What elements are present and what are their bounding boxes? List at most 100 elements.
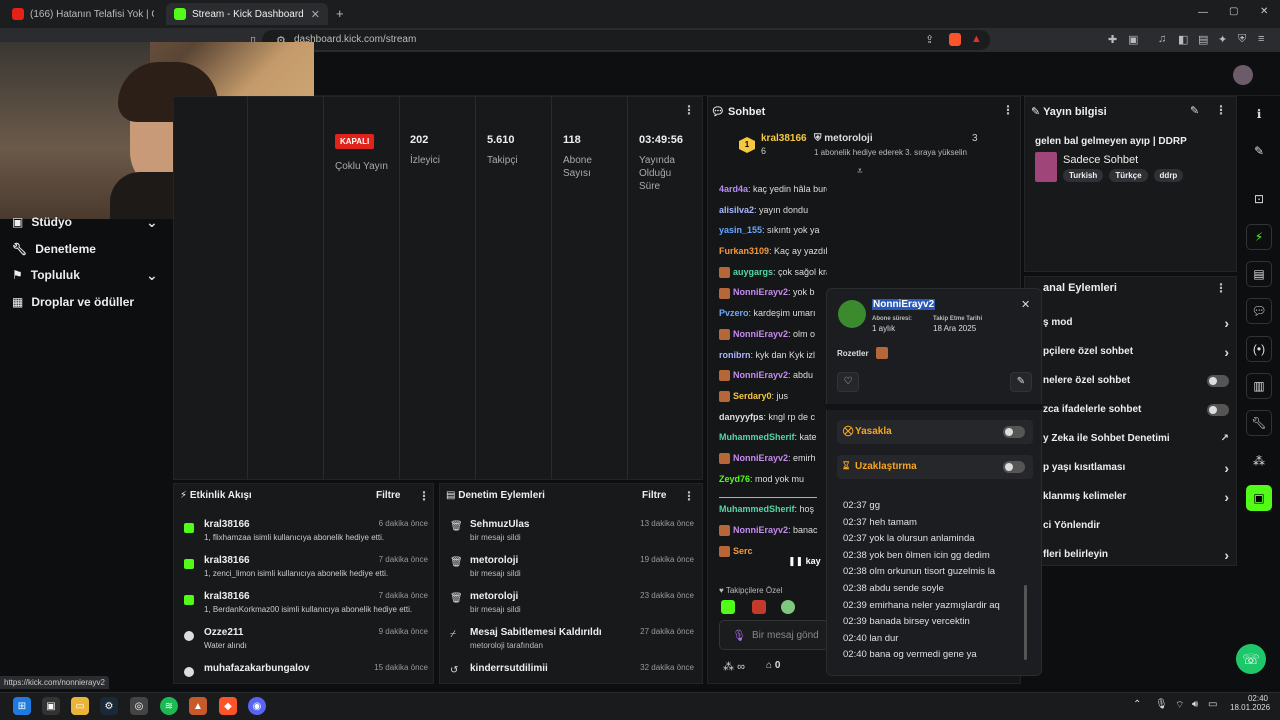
- chat-message[interactable]: Furkan3109: Kaç ay yazdılar ya: [719, 244, 827, 265]
- brave-icon[interactable]: ◆: [219, 697, 237, 715]
- channel-action-row[interactable]: ş mod ›: [1043, 308, 1229, 337]
- popup-username[interactable]: NonniErayv2: [872, 299, 936, 310]
- modlog-user[interactable]: kinderrsutdilimii: [470, 663, 548, 674]
- modlog-user[interactable]: SehmuzUlas: [470, 519, 529, 530]
- chat-message[interactable]: NonniErayv2: emirh: [719, 451, 827, 472]
- app-icon[interactable]: ▲: [189, 697, 207, 715]
- minimize-button[interactable]: —: [1198, 7, 1208, 18]
- emote-icon[interactable]: [781, 600, 795, 614]
- chat-message[interactable]: alisilva2: yayın dondu: [719, 203, 827, 224]
- store-points[interactable]: ⌂ 0: [766, 660, 780, 671]
- activity-user[interactable]: muhafazakarbungalov: [204, 663, 310, 674]
- chat-message[interactable]: MuhammedSherif: hoş: [719, 502, 827, 523]
- focus-icon[interactable]: ⊡: [1246, 186, 1272, 212]
- taskview-icon[interactable]: ▣: [42, 697, 60, 715]
- tag-chip[interactable]: Türkçe: [1109, 169, 1148, 182]
- chat-username[interactable]: ronibrn: [719, 350, 751, 360]
- close-tab-icon[interactable]: ✕: [311, 8, 320, 21]
- ban-row[interactable]: ⛒ Yasakla: [837, 420, 1033, 444]
- chat-username[interactable]: NonniErayv2: [733, 370, 788, 380]
- chat-bubble-icon[interactable]: 💬︎: [1246, 298, 1272, 324]
- stats-menu-icon[interactable]: ⋮: [683, 103, 695, 117]
- chat-message[interactable]: NonniErayv2: yok b: [719, 285, 827, 306]
- bolt-icon[interactable]: ⚡: [1246, 224, 1272, 250]
- toggle-switch[interactable]: [1207, 403, 1229, 416]
- mod-tool-button[interactable]: ✎: [1010, 372, 1032, 392]
- chat-message[interactable]: 4ard4a: kaç yedin hâla burdasının: [719, 182, 827, 203]
- chat-message[interactable]: Pvzero: kardeşim umarı: [719, 306, 827, 327]
- chat-username[interactable]: auygargs: [733, 267, 773, 277]
- category-name[interactable]: Sadece Sohbet: [1063, 154, 1138, 166]
- chat-username[interactable]: MuhammedSherif: [719, 504, 795, 514]
- chat-message[interactable]: Serdary0: jus: [719, 389, 827, 410]
- pause-chat-label[interactable]: ❚❚ kay: [788, 556, 821, 567]
- close-icon[interactable]: ✕: [1021, 298, 1030, 311]
- chat-message[interactable]: NonniErayv2: abdu: [719, 368, 827, 389]
- pinned-user-1[interactable]: kral38166: [761, 133, 807, 144]
- extensions-icon[interactable]: ✚: [1108, 33, 1117, 46]
- tag-chip[interactable]: Turkish: [1063, 169, 1104, 182]
- media-icon[interactable]: ♫: [1158, 33, 1166, 45]
- volume-icon[interactable]: 🔊︎: [1192, 699, 1198, 710]
- channel-action-row[interactable]: fleri belirleyin ›: [1043, 540, 1229, 569]
- share-icon[interactable]: ⇪: [925, 33, 934, 46]
- channel-action-row[interactable]: y Zeka ile Sohbet Denetimi ↗: [1043, 424, 1229, 453]
- discord-icon[interactable]: ◉: [248, 697, 266, 715]
- channel-action-row[interactable]: p yaşı kısıtlaması ›: [1043, 453, 1229, 482]
- wifi-icon[interactable]: ⌔: [1175, 699, 1184, 712]
- chat-username[interactable]: Zeyd76: [719, 474, 750, 484]
- chat-message[interactable]: yasin_155: sıkıntı yok ya: [719, 223, 827, 244]
- info-icon[interactable]: ℹ: [1246, 101, 1272, 127]
- maximize-button[interactable]: ▢: [1229, 6, 1238, 17]
- activity-filter-button[interactable]: Filtre: [376, 490, 400, 501]
- sidebar-item-community[interactable]: ⚑ Topluluk ⌄: [12, 267, 158, 283]
- channel-actions-menu-icon[interactable]: ⋮: [1215, 281, 1227, 295]
- emote-icon[interactable]: [721, 600, 735, 614]
- chat-input[interactable]: 🎙︎ Bir mesaj gönd: [719, 620, 829, 650]
- chat-message[interactable]: MuhammedSherif: kate: [719, 430, 827, 451]
- chat-username[interactable]: Pvzero: [719, 308, 749, 318]
- channel-action-row[interactable]: nelere özel sohbet: [1043, 366, 1229, 395]
- chat-message[interactable]: auygargs: çok sağol kral: [719, 265, 827, 286]
- document-icon[interactable]: ▤: [1246, 261, 1272, 287]
- chat-username[interactable]: Serdary0: [733, 391, 772, 401]
- pencil-icon[interactable]: ✎: [1246, 138, 1272, 164]
- channel-action-row[interactable]: pçilere özel sohbet ›: [1043, 337, 1229, 366]
- chat-username[interactable]: yasin_155: [719, 225, 762, 235]
- layout-icon[interactable]: ▥: [1246, 373, 1272, 399]
- channel-action-row[interactable]: ci Yönlendir: [1043, 511, 1229, 540]
- chat-username[interactable]: NonniErayv2: [733, 453, 788, 463]
- history-scrollbar[interactable]: [1024, 585, 1027, 660]
- microphone-icon[interactable]: 🎙︎: [1155, 699, 1168, 710]
- spotify-icon[interactable]: ≋: [160, 697, 178, 715]
- wallet-icon[interactable]: ▤: [1198, 33, 1208, 46]
- activity-user[interactable]: kral38166: [204, 555, 250, 566]
- chat-message[interactable]: NonniErayv2: olm o: [719, 327, 827, 348]
- modlog-menu-icon[interactable]: ⋮: [683, 489, 695, 503]
- leo-ai-icon[interactable]: ✦: [1218, 33, 1227, 46]
- timeout-row[interactable]: ⌛︎ Uzaklaştırma: [837, 455, 1033, 479]
- edit-icon[interactable]: ✎: [1190, 104, 1199, 117]
- chat-username[interactable]: NonniErayv2: [733, 329, 788, 339]
- gift-icon[interactable]: ▣: [1246, 485, 1272, 511]
- activity-user[interactable]: kral38166: [204, 591, 250, 602]
- support-chat-button[interactable]: ☏: [1236, 644, 1266, 674]
- chat-menu-icon[interactable]: ⋮: [1002, 103, 1014, 117]
- follow-heart-button[interactable]: ♡: [837, 372, 859, 392]
- modlog-user[interactable]: metoroloji: [470, 591, 518, 602]
- activity-menu-icon[interactable]: ⋮: [418, 489, 430, 503]
- chat-username[interactable]: danyyyfps: [719, 412, 764, 422]
- steam-icon[interactable]: ⚙: [100, 697, 118, 715]
- vpn-icon[interactable]: ⛨: [1238, 33, 1246, 46]
- brave-rewards-icon[interactable]: ▲: [971, 33, 982, 45]
- new-tab-button[interactable]: +: [336, 6, 344, 21]
- wrench-icon[interactable]: 🔧︎: [1246, 410, 1272, 436]
- chat-username[interactable]: MuhammedSherif: [719, 432, 795, 442]
- sidebar-item-studio[interactable]: ▣ Stüdyo ⌄: [12, 214, 158, 230]
- chat-message[interactable]: danyyyfps: kngl rp de c: [719, 410, 827, 431]
- activity-user[interactable]: kral38166: [204, 519, 250, 530]
- brave-shield-icon[interactable]: [949, 33, 961, 46]
- chat-message[interactable]: ronibrn: kyk dan Kyk izl: [719, 348, 827, 369]
- modlog-filter-button[interactable]: Filtre: [642, 490, 666, 501]
- toggle-switch[interactable]: [1207, 374, 1229, 387]
